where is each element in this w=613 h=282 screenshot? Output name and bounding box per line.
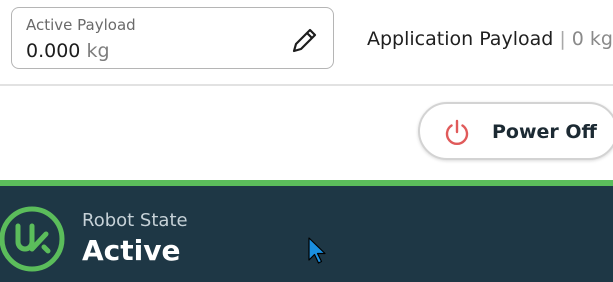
power-area: Power Off [0,86,613,180]
power-icon [445,119,469,146]
top-bar: Active Payload 0.000 kg Application Payl… [0,0,613,86]
ur-logo [0,206,65,272]
active-payload-label: Active Payload [26,16,136,34]
robot-status-bar: Robot State Active [0,180,613,282]
application-payload-label: Application Payload [367,28,554,50]
robot-state-value: Active [82,234,181,267]
mouse-pointer-icon [308,237,326,264]
power-off-button[interactable]: Power Off [418,102,613,160]
application-payload: Application Payload | 0 kg [367,28,613,50]
active-payload-value-row: 0.000 kg [26,40,110,62]
active-payload-unit: kg [86,40,110,62]
application-payload-value: 0 kg [571,28,613,50]
pencil-icon[interactable] [289,24,321,56]
application-payload-separator: | [559,28,566,50]
active-payload-value: 0.000 [26,40,81,62]
status-accent-line [0,180,613,186]
active-payload-field[interactable]: Active Payload 0.000 kg [11,7,334,69]
robot-state-label: Robot State [82,210,188,231]
power-off-label: Power Off [492,121,597,143]
